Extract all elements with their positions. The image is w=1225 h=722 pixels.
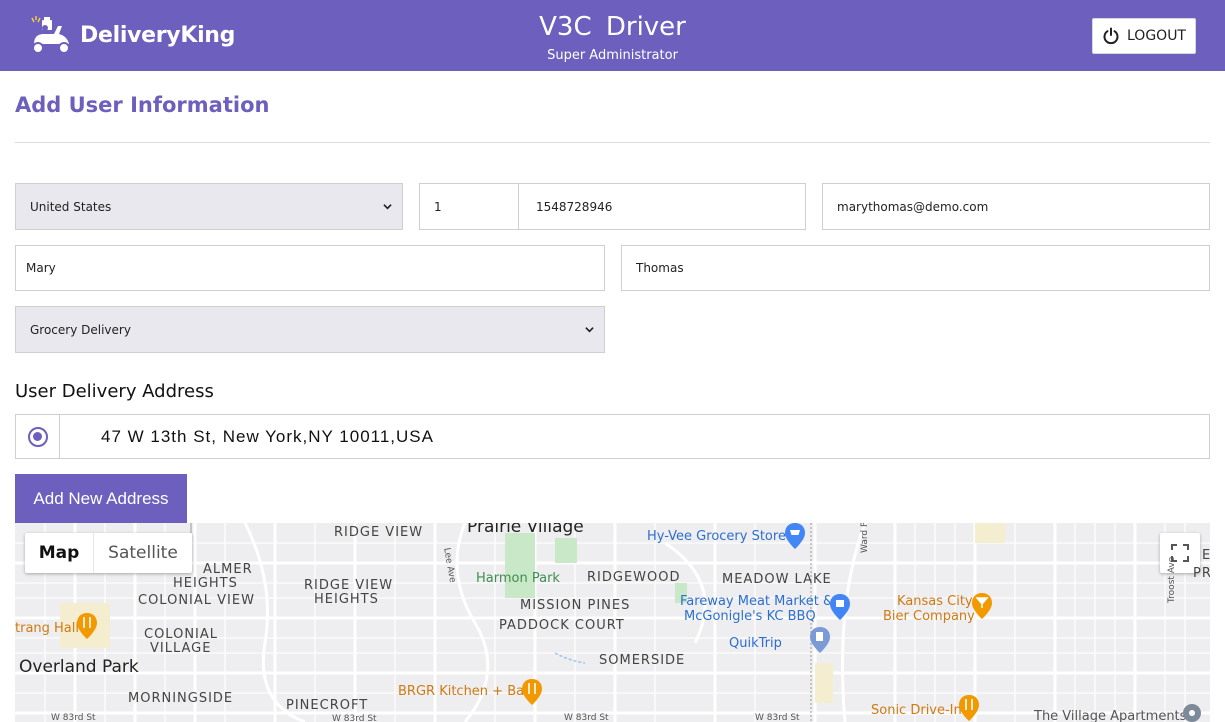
meat-market-pin-icon[interactable] [830,594,850,620]
restaurant-pin-icon[interactable] [522,679,542,705]
map-label-brgr: BRGR Kitchen + Bar [398,684,530,699]
logout-button[interactable]: LOGOUT [1092,18,1196,54]
map-label-colonial-view: COLONIAL VIEW [138,593,255,608]
map-label-colonial-village-1: COLONIAL [144,627,219,642]
map-label-ridgewood: RIDGEWOOD [587,570,681,585]
map-view[interactable]: Map Satellite Prairie Village RIDGE VIEW… [15,523,1210,722]
map-label-ward-pkwy: Ward Pkwy [860,523,870,553]
address-text: 47 W 13th St, New York,NY 10011,USA [101,427,434,446]
email-value: marythomas@demo.com [837,199,989,214]
phone-field[interactable]: 1548728946 [518,183,806,230]
country-value: United States [30,199,112,214]
map-label-village-apartments: The Village Apartments [1034,709,1187,722]
chevron-down-icon [585,327,594,333]
map-label-w83-3: W 83rd St [564,713,609,722]
map-label-palmer-heights-2: HEIGHTS [173,576,238,591]
delivery-address-heading: User Delivery Address [15,381,214,402]
map-label-trang-hall: trang Hall [15,621,79,636]
map-label-pinecroft: PINECROFT [286,698,369,713]
phone-value: 1548728946 [536,199,613,214]
map-label-morningside: MORNINGSIDE [128,691,234,706]
app-subtitle: Super Administrator [547,48,678,63]
gas-station-pin-icon[interactable] [810,627,830,653]
map-label-fareway-1: Fareway Meat Market & [680,594,834,609]
power-icon [1103,27,1119,45]
map-label-colonial-village-2: VILLAGE [150,641,212,656]
address-radio[interactable] [16,415,60,458]
address-row: 47 W 13th St, New York,NY 10011,USA [15,414,1210,459]
map-label-prairie-village: Prairie Village [467,523,584,537]
apartment-pin-icon[interactable] [1182,703,1202,722]
map-label-w83-2: W 83rd St [332,714,377,722]
map-label-ridge-view: RIDGE VIEW [334,525,424,540]
map-label-hyvee: Hy-Vee Grocery Store [647,529,786,544]
map-label-e: E [1202,548,1210,563]
map-type-toggle: Map Satellite [25,533,192,573]
grocery-pin-icon[interactable] [785,523,805,549]
map-label-overland-park: Overland Park [19,657,139,677]
app-title: V3C Driver [539,12,686,42]
chevron-down-icon [383,204,392,210]
last-name-field[interactable]: Thomas [621,245,1210,291]
radio-selected-icon [27,426,48,447]
map-label-somerside: SOMERSIDE [599,653,686,668]
map-label-kansas-city-1: Kansas City [897,594,973,609]
app-header: DeliveryKing V3C Driver Super Administra… [0,0,1225,71]
map-label-paddock-court: PADDOCK COURT [499,618,625,633]
last-name-value: Thomas [636,261,684,275]
map-label-quiktrip: QuikTrip [729,636,782,651]
map-label-ridge-view-heights-2: HEIGHTS [314,592,379,607]
first-name-field[interactable]: Mary [15,245,605,291]
divider [15,142,1210,143]
service-type-select[interactable]: Grocery Delivery [15,306,605,353]
page-title: Add User Information [15,93,270,117]
add-new-address-button[interactable]: Add New Address [15,474,187,523]
map-label-w83-4: W 83rd St [755,713,800,722]
map-label-troost: Troost Ave [1167,556,1177,603]
country-code-field[interactable]: 1 [419,183,519,230]
map-label-sonic: Sonic Drive-In [871,703,962,718]
country-code-value: 1 [434,199,442,214]
service-type-value: Grocery Delivery [30,322,131,337]
map-label-pro: PRO [1193,566,1210,581]
map-label-w83-1: W 83rd St [51,713,96,722]
map-label-kansas-city-2: Bier Company [883,609,975,624]
map-label-mission-pines: MISSION PINES [520,598,631,613]
map-label-harmon-park: Harmon Park [476,571,560,586]
brewery-pin-icon[interactable] [972,593,992,619]
email-field[interactable]: marythomas@demo.com [822,183,1210,230]
map-label-ridge-view-heights-1: RIDGE VIEW [304,578,394,593]
map-label-meadow-lake: MEADOW LAKE [722,572,832,587]
map-label-fareway-2: McGonigle's KC BBQ [684,609,816,624]
map-label-palmer-heights-1: ALMER [203,562,253,577]
map-tab[interactable]: Map [25,533,94,573]
first-name-value: Mary [26,261,56,275]
hall-pin-icon[interactable] [77,613,97,639]
fastfood-pin-icon[interactable] [959,695,979,721]
satellite-tab[interactable]: Satellite [94,533,192,573]
country-select[interactable]: United States [15,183,403,230]
logout-label: LOGOUT [1127,28,1186,44]
